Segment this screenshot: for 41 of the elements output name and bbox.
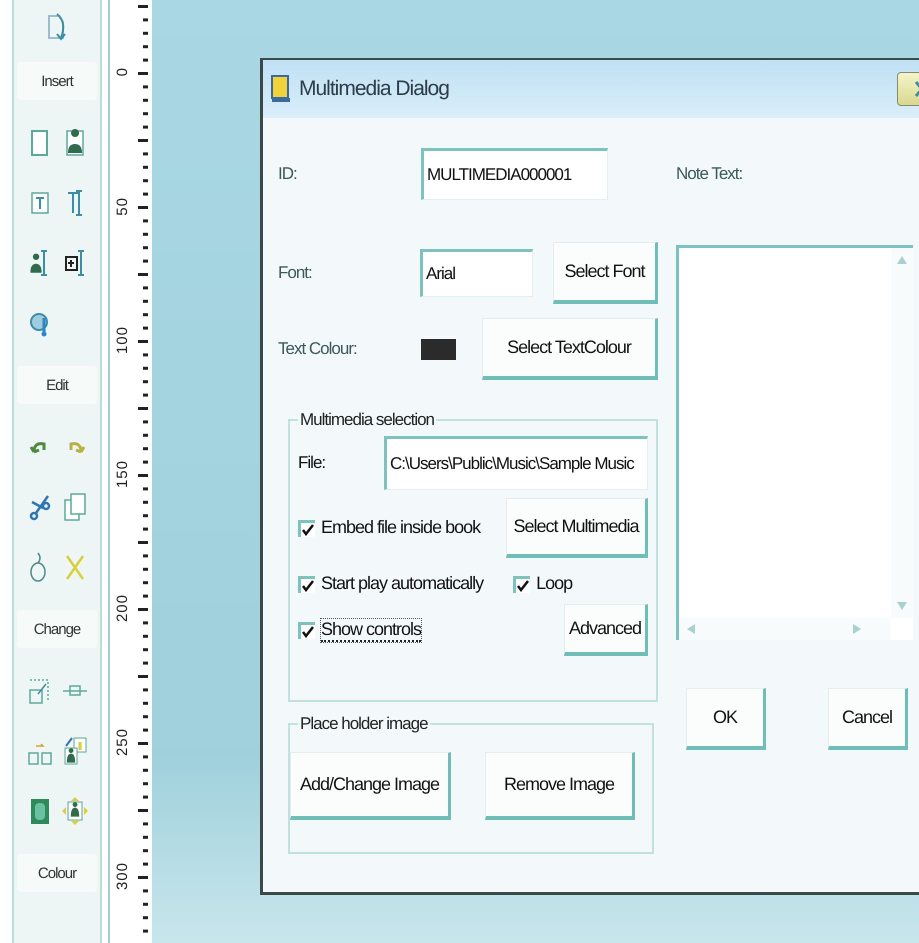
image-button[interactable]: Add/Change Image [290,752,451,820]
section-header: Change [17,610,97,648]
group-title: Multimedia selection [299,410,436,430]
checkbox-label[interactable]: Embed file inside book [321,516,480,540]
select-multimedia-button[interactable]: Select Multimedia [506,498,648,558]
checkbox-label[interactable]: Loop [536,572,572,596]
select-colour-button[interactable]: Select TextColour [482,318,658,380]
field-label: ID: [278,164,298,184]
field-label: Note Text: [676,164,742,184]
select-font-button[interactable]: Select Font [553,242,658,304]
input-field[interactable]: Arial [420,249,533,297]
field-label: File: [298,453,326,473]
window-title: Multimedia Dialog [299,77,449,101]
checkbox[interactable] [298,622,315,638]
checkbox[interactable] [298,576,315,592]
advanced-button[interactable]: Advanced [564,604,648,656]
person-arrows-icon[interactable] [60,796,88,826]
ruler-label: 50 [114,196,130,216]
ruler-label: 200 [114,594,130,622]
ruler-label: 150 [114,460,130,488]
input-field[interactable]: C:\Users\Public\Music\Sample Music [384,436,648,490]
checkbox[interactable] [298,520,315,536]
checkbox-label[interactable]: Show controls [321,618,422,642]
ok-button[interactable]: OK [686,688,766,750]
field-label: Font: [278,263,313,283]
checkbox[interactable] [513,576,530,592]
ruler-label: 100 [114,326,130,354]
ruler-label: 0 [114,67,130,77]
cancel-button[interactable]: Cancel [828,688,908,750]
note-text-area[interactable] [676,245,913,640]
ruler-label: 250 [114,728,130,756]
section-header: Edit [17,366,97,404]
ruler-label: 300 [114,862,130,890]
input-field[interactable]: MULTIMEDIA000001 [421,148,608,200]
image-button[interactable]: Remove Image [485,752,635,820]
app-icon [269,74,293,104]
checkbox-label[interactable]: Start play automatically [321,572,484,596]
field-label: Text Colour: [278,339,358,359]
section-header: Insert [17,62,97,100]
section-header: Colour [17,854,97,892]
group-title: Place holder image [299,714,429,734]
